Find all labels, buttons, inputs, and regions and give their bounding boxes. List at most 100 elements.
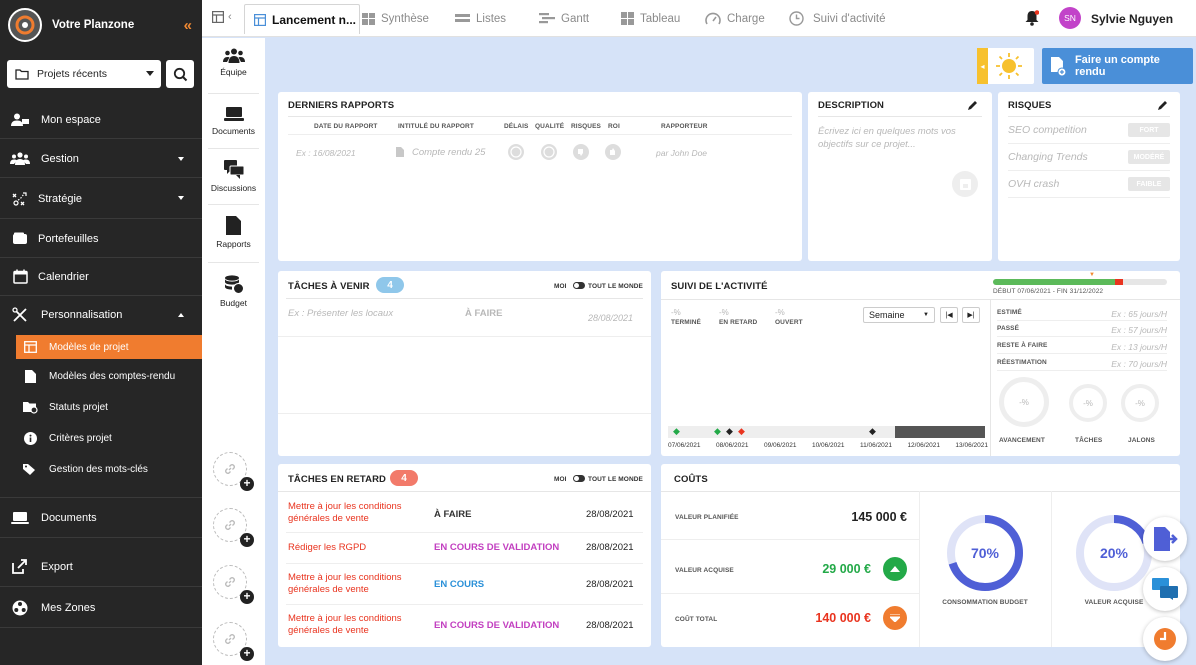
last-period-button[interactable]: ▶| [962, 307, 980, 323]
sub-item-label: Modèles des comptes-rendu [49, 370, 176, 382]
divider [997, 320, 1167, 321]
sub-item-modeles-comptes-rendu[interactable]: Modèles des comptes-rendu [16, 362, 202, 390]
sidebar-item-label: Mon espace [41, 113, 101, 126]
sidebar-item-mes-zones[interactable]: Mes Zones [0, 588, 202, 628]
example-author: par John Doe [656, 148, 708, 158]
template-icon [22, 341, 38, 353]
project-rail: Équipe Documents Discussions Rapports Bu… [202, 38, 265, 665]
milestone-diamond-icon[interactable]: ◆ [869, 426, 876, 437]
sidebar-item-gestion[interactable]: Gestion [0, 140, 202, 178]
sidebar-item-strategie[interactable]: Stratégie [0, 179, 202, 219]
add-link-button[interactable]: + [213, 508, 254, 547]
tab-gantt[interactable]: Gantt [539, 0, 589, 37]
sidebar-item-documents[interactable]: Documents [0, 498, 202, 538]
pencil-icon[interactable] [968, 100, 978, 110]
bell-icon [1025, 10, 1040, 26]
costs-card: COÛTS VALEUR PLANIFIÉE 145 000 € VALEUR … [661, 464, 1180, 647]
sub-item-modeles-de-projet[interactable]: Modèles de projet [16, 335, 202, 359]
rail-item-discussions[interactable]: Discussions [202, 160, 265, 193]
tab-label: Suivi d'activité [813, 12, 886, 25]
new-report-fab[interactable] [1143, 517, 1187, 561]
table-row[interactable]: Mettre à jour les conditions générales d… [278, 605, 651, 645]
sub-item-gestion-mots-cles[interactable]: Gestion des mots-clés [16, 455, 202, 483]
sidebar-item-mon-espace[interactable]: Mon espace [0, 101, 202, 139]
add-link-button[interactable]: + [213, 565, 254, 604]
timeline-date: 08/06/2021 [715, 442, 749, 449]
description-placeholder[interactable]: Écrivez ici en quelques mots vos objecti… [818, 125, 978, 151]
weather-widget[interactable]: ◂ [977, 48, 1034, 84]
sub-item-criteres-projet[interactable]: Critères projet [16, 424, 202, 452]
tab-active-project[interactable]: Lancement n... [244, 4, 360, 34]
project-selector[interactable]: Projets récents [7, 60, 161, 88]
laptop-icon [10, 510, 30, 526]
chat-fab[interactable] [1143, 567, 1187, 611]
search-button[interactable] [166, 60, 194, 88]
tab-tableau[interactable]: Tableau [621, 0, 680, 37]
milestone-diamond-icon[interactable]: ◆ [738, 426, 745, 437]
milestone-diamond-icon[interactable]: ◆ [714, 426, 721, 437]
table-row[interactable]: Mettre à jour les conditions générales d… [278, 492, 651, 532]
pencil-icon[interactable] [1158, 100, 1168, 110]
stat-value: -% [671, 308, 681, 317]
tags-icon [22, 463, 38, 476]
gantt-icon [539, 13, 555, 24]
calendar-icon [10, 269, 30, 285]
table-row[interactable]: Rédiger les RGPD EN COURS DE VALIDATION … [278, 533, 651, 563]
late-task-date: 28/08/2021 [586, 509, 634, 520]
report-button[interactable]: Faire un compte rendu [1042, 48, 1193, 84]
sidebar-item-label: Gestion [41, 152, 79, 165]
period-select[interactable]: Semaine ▼ [863, 307, 935, 323]
tab-synthese[interactable]: Synthèse [362, 0, 429, 37]
table-row[interactable]: Mettre à jour les conditions générales d… [278, 564, 651, 604]
arrow-up-icon [890, 566, 900, 572]
avatar[interactable]: SN [1059, 7, 1081, 29]
late-task-date: 28/08/2021 [586, 542, 634, 553]
milestone-diamond-icon[interactable]: ◆ [726, 426, 733, 437]
rail-label: Rapports [216, 239, 251, 249]
sidebar-item-personnalisation[interactable]: Personnalisation [0, 296, 202, 334]
timer-fab[interactable] [1143, 617, 1187, 661]
collapse-sidebar-icon[interactable]: « [184, 17, 192, 34]
divider [661, 299, 1180, 300]
scope-toggle[interactable] [573, 282, 585, 289]
milestone-diamond-icon[interactable]: ◆ [673, 426, 680, 437]
sidebar-item-portefeuilles[interactable]: Portefeuilles [0, 220, 202, 258]
example-title: Compte rendu 25 [412, 147, 486, 158]
reports-card: DERNIERS RAPPORTS DATE DU RAPPORT INTITU… [278, 92, 802, 261]
sidebar-item-export[interactable]: Export [0, 547, 202, 587]
tab-charge[interactable]: Charge [705, 0, 765, 37]
late-task-date: 28/08/2021 [586, 620, 634, 631]
planned-value-label: VALEUR PLANIFIÉE [675, 514, 739, 521]
scope-toggle[interactable] [573, 475, 585, 482]
rail-item-rapports[interactable]: Rapports [202, 216, 265, 249]
add-link-button[interactable]: + [213, 452, 254, 491]
tab-label: Charge [727, 12, 765, 25]
acquired-value-label: VALEUR ACQUISE [675, 567, 734, 574]
layout-toggle-button[interactable]: ‹ [212, 11, 232, 23]
rail-item-budget[interactable]: Budget [202, 275, 265, 308]
user-name[interactable]: Sylvie Nguyen [1091, 12, 1173, 26]
first-period-button[interactable]: |◀ [940, 307, 958, 323]
report-button-label: Faire un compte rendu [1074, 54, 1160, 78]
notifications-button[interactable] [1025, 10, 1040, 29]
stat-label: OUVERT [775, 319, 803, 326]
save-description-button[interactable] [952, 171, 978, 197]
chevron-down-icon: ▼ [923, 312, 929, 318]
chevron-left-icon[interactable]: ◂ [977, 48, 988, 84]
tab-suivi-activite[interactable]: Suivi d'activité [789, 0, 886, 37]
planzone-logo[interactable] [8, 8, 42, 42]
file-export-icon [1154, 527, 1178, 551]
rail-item-equipe[interactable]: Équipe [202, 48, 265, 77]
sub-item-statuts-projet[interactable]: Statuts projet [16, 393, 202, 421]
rail-divider [208, 148, 259, 149]
late-task-status: EN COURS DE VALIDATION [434, 620, 560, 631]
file-icon [22, 369, 38, 383]
add-link-button[interactable]: + [213, 622, 254, 661]
rail-item-documents[interactable]: Documents [202, 106, 265, 136]
sidebar-item-calendrier[interactable]: Calendrier [0, 258, 202, 296]
metric-label: RESTE À FAIRE [997, 342, 1048, 349]
late-task-name: Mettre à jour les conditions générales d… [288, 613, 402, 636]
risks-title: RISQUES [1008, 100, 1052, 111]
tab-listes[interactable]: Listes [455, 0, 506, 37]
divider [661, 491, 1180, 492]
